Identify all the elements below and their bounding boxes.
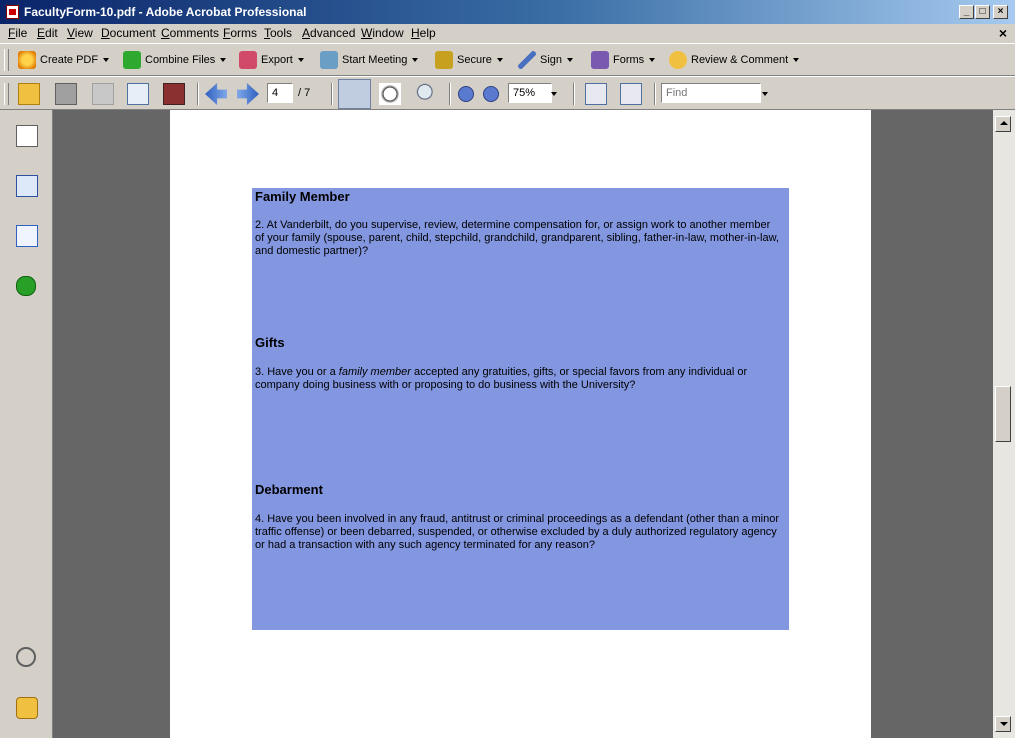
- fit-width-icon[interactable]: [585, 83, 607, 105]
- file-toolbar: / 7: [0, 76, 1015, 110]
- forms-icon: [591, 51, 609, 69]
- help-icon[interactable]: [16, 276, 36, 296]
- section-title-debarment: Debarment: [255, 482, 323, 497]
- question-3-text: 3. Have you or a family member accepted …: [255, 366, 748, 391]
- export-icon: [239, 51, 257, 69]
- next-page-icon[interactable]: [237, 83, 259, 105]
- menu-edit[interactable]: Edit: [37, 26, 58, 40]
- export-button[interactable]: Export: [239, 50, 304, 70]
- zoom-dropdown-icon[interactable]: [551, 92, 557, 96]
- fit-page-icon[interactable]: [620, 83, 642, 105]
- document-pane[interactable]: Family Member 2. At Vanderbilt, do you s…: [53, 110, 993, 738]
- pen-icon: [518, 51, 536, 69]
- forms-button[interactable]: Forms: [591, 50, 656, 70]
- pdf-page[interactable]: Family Member 2. At Vanderbilt, do you s…: [170, 110, 871, 738]
- bookmarks-icon[interactable]: [16, 175, 38, 197]
- review-comment-button[interactable]: Review & Comment: [669, 50, 800, 70]
- lock-icon: [435, 51, 453, 69]
- pages-icon[interactable]: [16, 125, 38, 147]
- combine-files-button[interactable]: Combine Files: [123, 50, 227, 70]
- attachments-icon[interactable]: [16, 647, 36, 667]
- menu-advanced[interactable]: Advanced: [302, 26, 355, 40]
- save-icon[interactable]: [92, 83, 114, 105]
- toolbar-grip[interactable]: [4, 83, 9, 105]
- zoom-level-input[interactable]: [508, 83, 552, 103]
- bridge-search-icon[interactable]: [163, 83, 185, 105]
- comments-icon[interactable]: [16, 697, 38, 719]
- previous-page-icon[interactable]: [205, 83, 227, 105]
- email-icon[interactable]: [127, 83, 149, 105]
- menu-help[interactable]: Help: [411, 26, 436, 40]
- section-title-gifts: Gifts: [255, 335, 285, 350]
- question-2-text: 2. At Vanderbilt, do you supervise, revi…: [255, 219, 779, 257]
- section-title-family-member: Family Member: [255, 189, 350, 204]
- close-button[interactable]: ×: [993, 5, 1008, 19]
- find-input[interactable]: [661, 83, 761, 103]
- secure-button[interactable]: Secure: [435, 50, 503, 70]
- print-icon[interactable]: [55, 83, 77, 105]
- start-meeting-icon: [320, 51, 338, 69]
- scroll-down-button[interactable]: [995, 716, 1011, 732]
- combine-files-icon: [123, 51, 141, 69]
- toolbar-grip[interactable]: [4, 49, 9, 71]
- comment-bubble-icon: [669, 51, 687, 69]
- menu-bar: File Edit View Document Comments Forms T…: [0, 24, 1015, 44]
- close-document-icon[interactable]: ×: [999, 25, 1007, 41]
- question-4-text: 4. Have you been involved in any fraud, …: [255, 513, 780, 551]
- select-tool-icon[interactable]: [338, 79, 371, 109]
- sign-button[interactable]: Sign: [518, 50, 574, 70]
- form-content-block: Family Member 2. At Vanderbilt, do you s…: [252, 188, 789, 630]
- zoom-tool-icon[interactable]: [416, 83, 438, 105]
- signatures-icon[interactable]: [16, 225, 38, 247]
- tasks-toolbar: Create PDF Combine Files Export Start Me…: [0, 43, 1015, 76]
- title-bar: FacultyForm-10.pdf - Adobe Acrobat Profe…: [0, 0, 1015, 24]
- menu-window[interactable]: Window: [361, 26, 404, 40]
- find-dropdown-icon[interactable]: [762, 92, 768, 96]
- maximize-button[interactable]: □: [975, 5, 990, 19]
- acrobat-app-icon[interactable]: [6, 5, 19, 19]
- page-total-label: / 7: [298, 87, 311, 99]
- menu-forms[interactable]: Forms: [223, 26, 257, 40]
- menu-view[interactable]: View: [67, 26, 93, 40]
- page-number-input[interactable]: [267, 83, 293, 103]
- scroll-up-button[interactable]: [995, 116, 1011, 132]
- vertical-scrollbar[interactable]: [993, 110, 1015, 738]
- create-pdf-button[interactable]: Create PDF: [18, 50, 110, 70]
- create-pdf-icon: [18, 51, 36, 69]
- minimize-button[interactable]: _: [959, 5, 974, 19]
- menu-document[interactable]: Document: [101, 26, 156, 40]
- hand-tool-icon[interactable]: [379, 83, 401, 105]
- menu-file[interactable]: File: [8, 26, 27, 40]
- zoom-out-icon[interactable]: [458, 86, 474, 102]
- navigation-pane: [0, 110, 53, 738]
- scroll-thumb[interactable]: [995, 386, 1011, 442]
- open-folder-icon[interactable]: [18, 83, 40, 105]
- start-meeting-button[interactable]: Start Meeting: [320, 50, 419, 70]
- window-title: FacultyForm-10.pdf - Adobe Acrobat Profe…: [24, 5, 307, 19]
- menu-tools[interactable]: Tools: [264, 26, 292, 40]
- zoom-in-icon[interactable]: [483, 86, 499, 102]
- menu-comments[interactable]: Comments: [161, 26, 219, 40]
